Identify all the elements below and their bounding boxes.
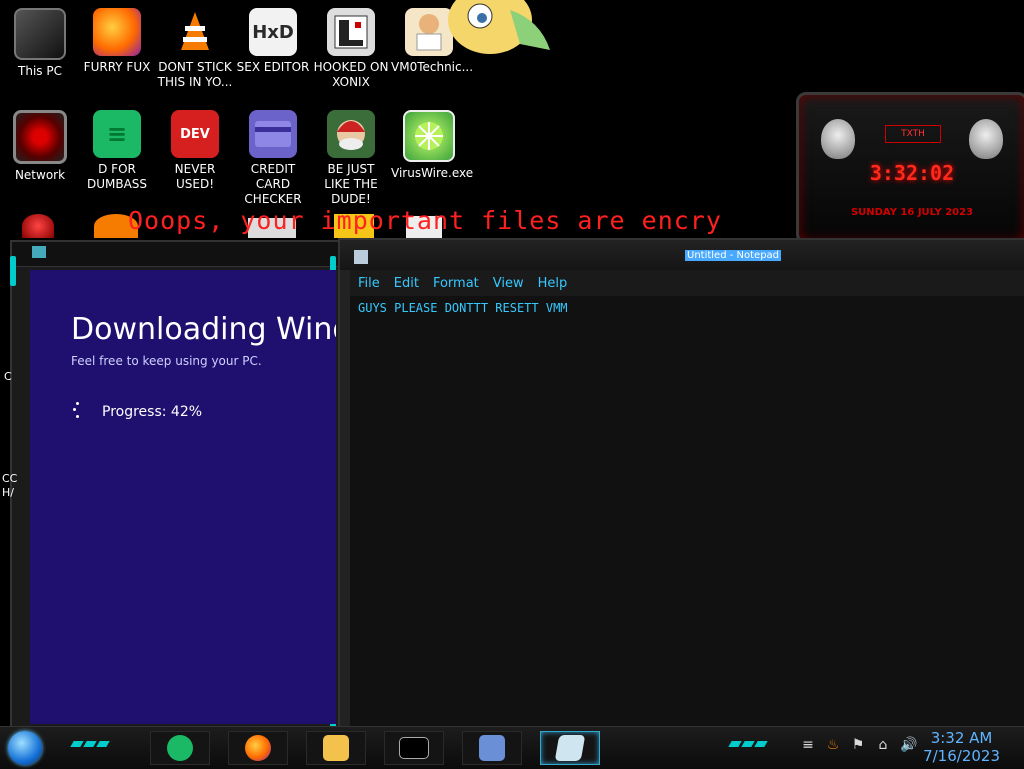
desktop-icon-partial[interactable] xyxy=(22,214,54,238)
taskbar-accent xyxy=(70,741,110,749)
desktop-icon-never-used[interactable]: DEV NEVER USED! xyxy=(157,110,233,192)
cartoon-character-overlay xyxy=(440,0,560,62)
desktop-icon-this-pc[interactable]: This PC xyxy=(2,8,78,79)
gadget-date: SUNDAY 16 JULY 2023 xyxy=(850,207,974,218)
alien-head-icon xyxy=(969,119,1003,159)
java-update-icon[interactable]: ♨ xyxy=(825,737,841,753)
notepad-icon xyxy=(354,250,368,264)
desktop-icon-label: HOOKED ON XONIX xyxy=(313,60,389,89)
firefox-icon xyxy=(93,8,141,56)
notepad-text: GUYS PLEASE DONTTT RESETT VMM xyxy=(358,301,568,315)
desktop-icon-label: CREDIT CARD CHECKER xyxy=(244,162,302,206)
taskbar-file-explorer[interactable] xyxy=(306,731,366,765)
window-title: Untitled - Notepad xyxy=(685,250,782,261)
xonix-game-icon xyxy=(327,8,375,56)
desktop-icon-label: SEX EDITOR xyxy=(236,60,310,74)
desktop-icon-xonix[interactable]: HOOKED ON XONIX xyxy=(313,8,389,90)
firefox-icon xyxy=(245,735,271,761)
network-tray-icon[interactable]: ⌂ xyxy=(875,737,891,753)
dev-cpp-icon: DEV xyxy=(171,110,219,158)
download-icon xyxy=(479,735,505,761)
progress-label: Progress: 42% xyxy=(102,404,203,420)
taskbar-notepad[interactable] xyxy=(540,731,600,765)
windows-download-window[interactable]: Downloading Windo Feel free to keep usin… xyxy=(10,240,344,734)
notes-app-icon xyxy=(167,735,193,761)
desktop-icon-label: D FOR DUMBASS xyxy=(86,162,148,191)
desktop-icon-vlc[interactable]: DONT STICK THIS IN YO... xyxy=(157,8,233,90)
notepad-icon xyxy=(554,735,586,761)
frame-accent xyxy=(10,256,16,286)
folder-icon xyxy=(323,735,349,761)
terminal-icon xyxy=(399,737,429,759)
taskbar-accent xyxy=(728,741,768,749)
desktop-icon-viruswire[interactable]: VirusWire.exe xyxy=(391,110,474,181)
desktop-icon-label: VirusWire.exe xyxy=(391,166,474,180)
notepad-window[interactable]: Untitled - Notepad File Edit Format View… xyxy=(338,238,1024,738)
taskbar-installer[interactable] xyxy=(462,731,522,765)
network-icon xyxy=(13,110,67,164)
window-titlebar[interactable]: Untitled - Notepad xyxy=(340,240,1024,270)
show-hidden-icons[interactable]: ≡ xyxy=(800,737,816,753)
desktop-icon-d-for-dumbass[interactable]: ≡ D FOR DUMBASS xyxy=(79,110,155,192)
menu-help[interactable]: Help xyxy=(538,274,568,294)
taskbar-firefox[interactable] xyxy=(228,731,288,765)
taskbar-date: 7/16/2023 xyxy=(923,747,1000,765)
desktop-icon-label: VM0Technic... xyxy=(391,60,474,74)
hex-editor-icon: HxD xyxy=(249,8,297,56)
traffic-cone-icon xyxy=(171,8,219,56)
credit-card-icon xyxy=(249,110,297,158)
installer-subtext: Feel free to keep using your PC. xyxy=(71,354,262,368)
window-titlebar[interactable] xyxy=(12,242,342,267)
gadget-time: 3:32:02 xyxy=(869,161,955,185)
gadget-title: TXTH xyxy=(885,125,941,143)
desktop-icon-hxd[interactable]: HxD SEX EDITOR xyxy=(235,8,311,75)
window-app-icon xyxy=(32,246,46,258)
window-frame xyxy=(340,270,350,736)
taskbar-command-prompt[interactable] xyxy=(384,731,444,765)
desktop-icon-dude[interactable]: BE JUST LIKE THE DUDE! xyxy=(313,110,389,207)
notes-app-icon: ≡ xyxy=(93,110,141,158)
desktop-icon-network[interactable]: Network xyxy=(2,110,78,183)
desktop-icon-label: Network xyxy=(14,168,66,182)
installer-content: Downloading Windo Feel free to keep usin… xyxy=(30,270,336,724)
desktop-icon-label: This PC xyxy=(18,64,62,78)
desktop-icon-firefox[interactable]: FURRY FUX xyxy=(79,8,155,75)
start-button[interactable] xyxy=(8,731,42,765)
ransomware-message: Ooops, your important files are encry xyxy=(128,206,722,235)
installer-heading: Downloading Windo xyxy=(71,312,336,347)
loading-spinner-icon xyxy=(72,402,82,420)
desktop-icon-credit-card-checker[interactable]: CREDIT CARD CHECKER xyxy=(235,110,311,207)
computer-icon xyxy=(14,8,66,60)
desktop-icon-partial-label: CC H/ xyxy=(2,472,18,499)
action-center-flag-icon[interactable]: ⚑ xyxy=(850,737,866,753)
desktop-icon-partial-label: C xyxy=(4,370,12,383)
notepad-menubar: File Edit Format View Help xyxy=(350,274,1024,294)
taskbar: ≡ ♨ ⚑ ⌂ 🔊 3:32 AM 7/16/2023 xyxy=(0,726,1024,769)
alien-head-icon xyxy=(821,119,855,159)
clock-gadget[interactable]: TXTH 3:32:02 SUNDAY 16 JULY 2023 xyxy=(796,92,1024,244)
notepad-text-area[interactable]: GUYS PLEASE DONTTT RESETT VMM xyxy=(350,296,1024,728)
gnome-character-icon xyxy=(327,110,375,158)
taskbar-clock[interactable]: 3:32 AM 7/16/2023 xyxy=(923,729,1000,765)
menu-edit[interactable]: Edit xyxy=(394,274,419,294)
taskbar-notes-app[interactable] xyxy=(150,731,210,765)
desktop-icon-label: BE JUST LIKE THE DUDE! xyxy=(324,162,378,206)
taskbar-time: 3:32 AM xyxy=(930,729,993,747)
menu-format[interactable]: Format xyxy=(433,274,479,294)
desktop-icon-label: NEVER USED! xyxy=(174,162,216,191)
lime-icon xyxy=(403,110,455,162)
menu-view[interactable]: View xyxy=(493,274,524,294)
desktop-icon-label: FURRY FUX xyxy=(83,60,151,74)
desktop-icon-label: DONT STICK THIS IN YO... xyxy=(157,60,233,89)
volume-icon[interactable]: 🔊 xyxy=(900,737,917,753)
system-tray: ≡ ♨ ⚑ ⌂ 🔊 xyxy=(800,737,917,753)
menu-file[interactable]: File xyxy=(358,274,380,294)
